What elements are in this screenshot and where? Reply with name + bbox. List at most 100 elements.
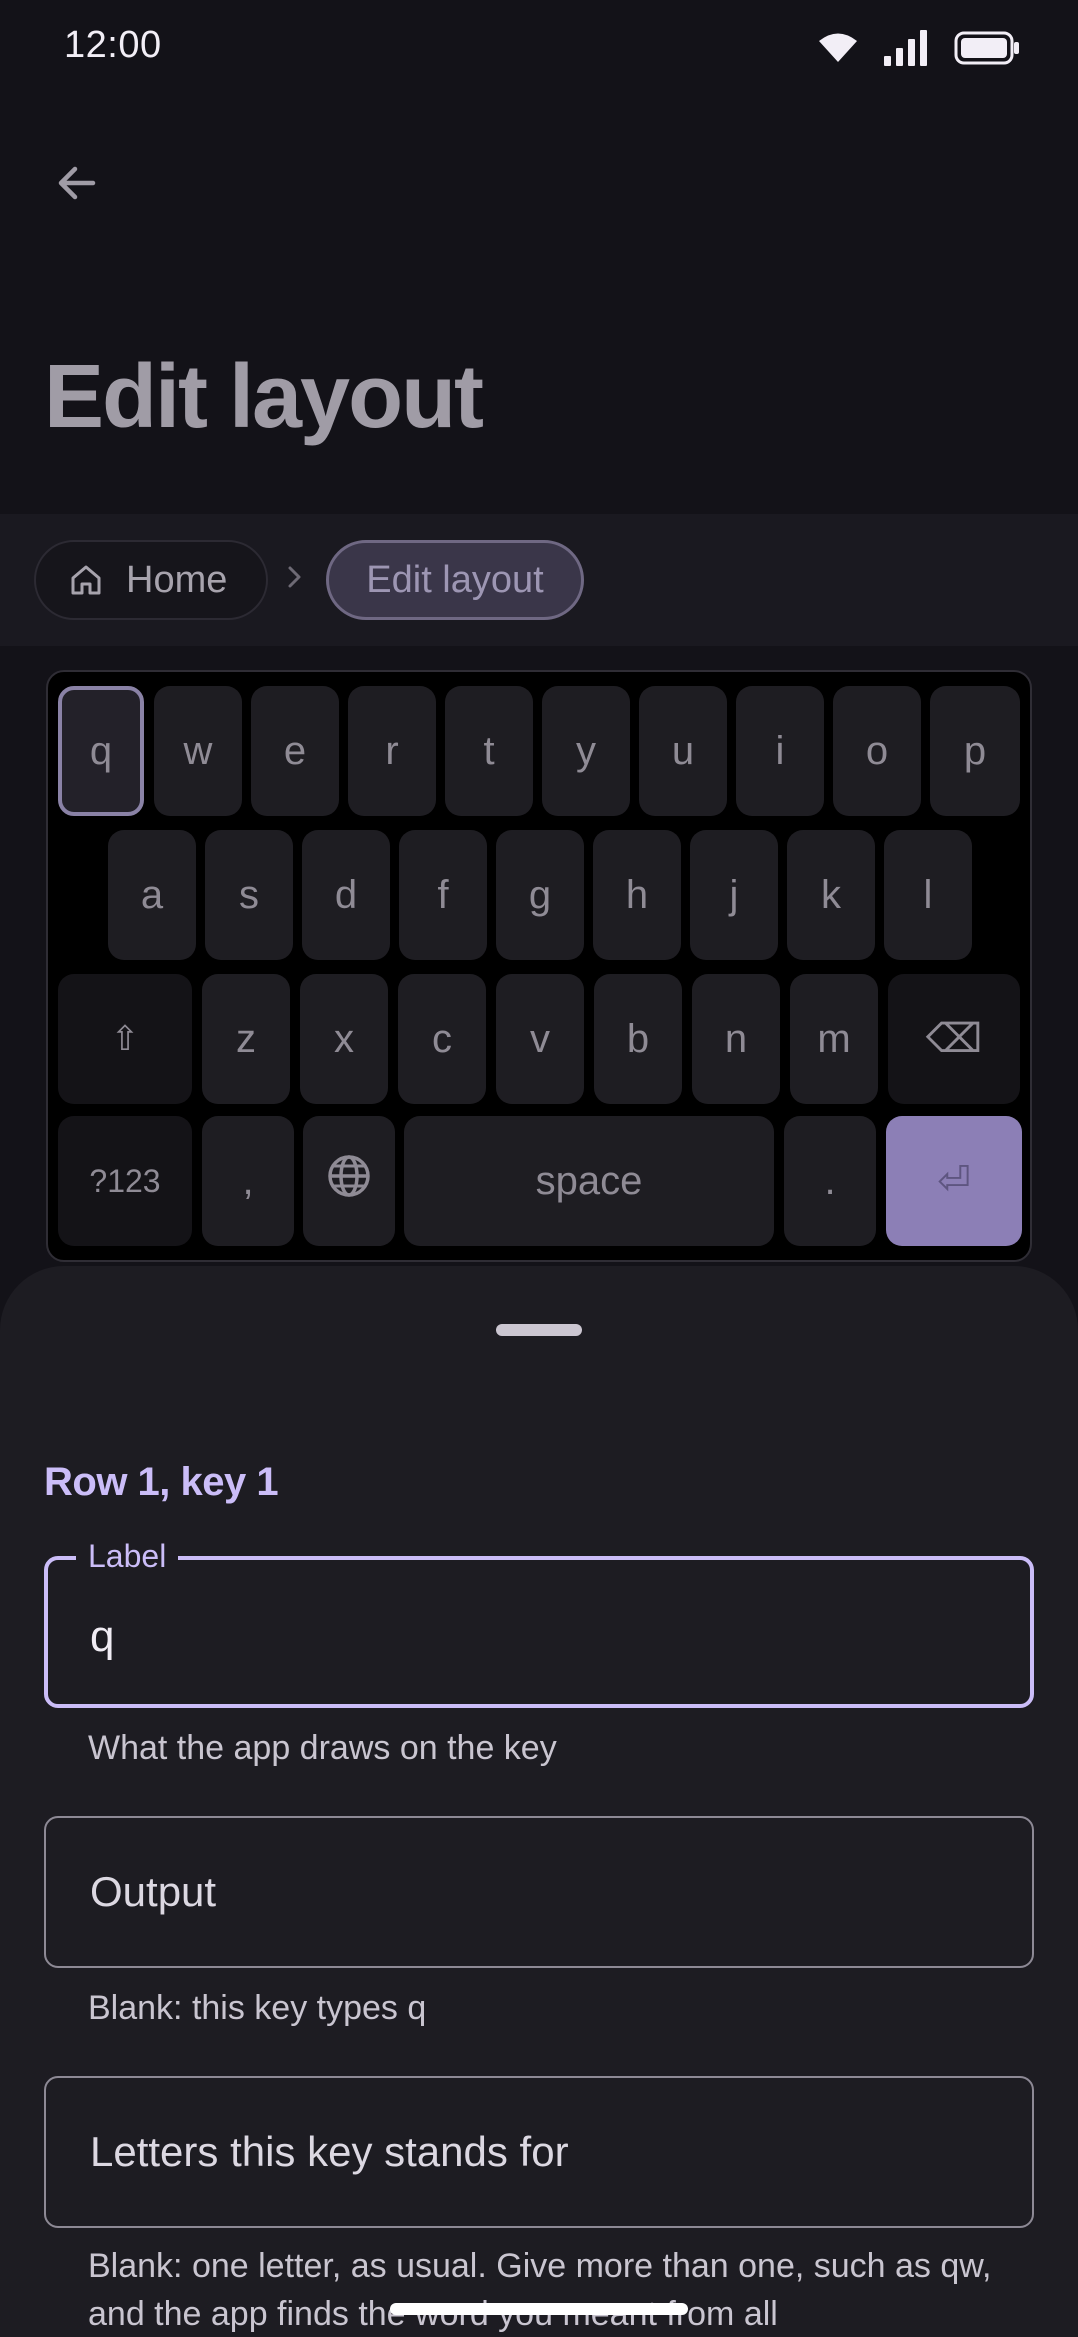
key-symbols[interactable]: ?123 bbox=[58, 1116, 192, 1246]
key-label: h bbox=[625, 872, 649, 917]
key-editor-sheet: Row 1, key 1 Label q What the app draws … bbox=[0, 1266, 1078, 2337]
status-time: 12:00 bbox=[64, 24, 162, 66]
key-x[interactable]: x bbox=[300, 974, 388, 1104]
key-i[interactable]: i bbox=[736, 686, 824, 816]
key-label: c bbox=[432, 1016, 452, 1061]
key-s[interactable]: s bbox=[205, 830, 293, 960]
key-backspace[interactable]: ⌫ bbox=[888, 974, 1020, 1104]
output-field-helper: Blank: this key types q bbox=[88, 1989, 427, 2027]
key-comma[interactable]: , bbox=[202, 1116, 294, 1246]
key-g[interactable]: g bbox=[496, 830, 584, 960]
enter-icon: ⏎ bbox=[937, 1159, 971, 1203]
breadcrumb: Home Edit layout bbox=[0, 514, 1078, 646]
page-title: Edit layout bbox=[44, 347, 484, 447]
key-label: i bbox=[775, 728, 785, 773]
key-label: k bbox=[821, 872, 841, 917]
key-l[interactable]: l bbox=[884, 830, 972, 960]
key-label: t bbox=[483, 728, 495, 773]
sheet-heading: Row 1, key 1 bbox=[44, 1460, 279, 1504]
key-label: j bbox=[729, 872, 739, 917]
key-label: space bbox=[535, 1158, 643, 1203]
key-enter[interactable]: ⏎ bbox=[886, 1116, 1022, 1246]
label-field-helper: What the app draws on the key bbox=[88, 1729, 557, 1767]
key-a[interactable]: a bbox=[108, 830, 196, 960]
key-label: a bbox=[140, 872, 164, 917]
output-field-placeholder: Output bbox=[90, 1868, 217, 1915]
screen: 12:00 Edit layout Home Edit layout q w e… bbox=[0, 0, 1078, 2337]
battery-icon bbox=[954, 31, 1020, 65]
status-bar: 12:00 bbox=[0, 0, 1078, 100]
letters-field[interactable]: Letters this key stands for bbox=[44, 2076, 1034, 2228]
back-button[interactable] bbox=[44, 152, 110, 218]
key-m[interactable]: m bbox=[790, 974, 878, 1104]
key-language[interactable] bbox=[303, 1116, 395, 1246]
key-y[interactable]: y bbox=[542, 686, 630, 816]
key-label: u bbox=[671, 728, 695, 773]
letters-field-placeholder: Letters this key stands for bbox=[90, 2128, 569, 2175]
breadcrumb-current-label: Edit layout bbox=[366, 558, 544, 601]
key-q[interactable]: q bbox=[58, 686, 144, 816]
keyboard-preview: q w e r t y u i o p a s d f g h j k l ⇧ … bbox=[46, 670, 1032, 1262]
key-e[interactable]: e bbox=[251, 686, 339, 816]
key-label: , bbox=[242, 1158, 254, 1203]
shift-icon: ⇧ bbox=[110, 1020, 140, 1058]
key-label: w bbox=[183, 728, 213, 773]
chevron-right-icon bbox=[284, 562, 306, 597]
key-label: l bbox=[923, 872, 933, 917]
signal-icon bbox=[884, 30, 928, 66]
key-shift[interactable]: ⇧ bbox=[58, 974, 192, 1104]
key-h[interactable]: h bbox=[593, 830, 681, 960]
status-icons bbox=[818, 30, 1020, 66]
key-d[interactable]: d bbox=[302, 830, 390, 960]
breadcrumb-current[interactable]: Edit layout bbox=[326, 540, 584, 620]
key-t[interactable]: t bbox=[445, 686, 533, 816]
key-label: r bbox=[385, 728, 399, 773]
key-label: n bbox=[724, 1016, 748, 1061]
key-o[interactable]: o bbox=[833, 686, 921, 816]
key-label: f bbox=[437, 872, 449, 917]
label-field-legend: Label bbox=[76, 1538, 179, 1575]
key-label: v bbox=[530, 1016, 550, 1061]
key-label: ?123 bbox=[89, 1162, 161, 1199]
key-v[interactable]: v bbox=[496, 974, 584, 1104]
key-label: p bbox=[963, 728, 987, 773]
key-label: g bbox=[528, 872, 552, 917]
key-k[interactable]: k bbox=[787, 830, 875, 960]
key-space[interactable]: space bbox=[404, 1116, 774, 1246]
breadcrumb-home-label: Home bbox=[126, 558, 228, 601]
key-label: e bbox=[283, 728, 307, 773]
wifi-icon bbox=[818, 32, 858, 64]
key-u[interactable]: u bbox=[639, 686, 727, 816]
key-w[interactable]: w bbox=[154, 686, 242, 816]
key-r[interactable]: r bbox=[348, 686, 436, 816]
label-field-value[interactable]: q bbox=[90, 1612, 114, 1662]
key-label: s bbox=[239, 872, 259, 917]
key-n[interactable]: n bbox=[692, 974, 780, 1104]
key-p[interactable]: p bbox=[930, 686, 1020, 816]
key-label: q bbox=[89, 728, 113, 773]
globe-icon bbox=[325, 1152, 373, 1210]
label-field[interactable]: Label q bbox=[44, 1538, 1034, 1708]
drag-handle[interactable] bbox=[496, 1324, 582, 1336]
key-z[interactable]: z bbox=[202, 974, 290, 1104]
key-label: z bbox=[236, 1016, 256, 1061]
key-label: m bbox=[817, 1016, 851, 1061]
key-f[interactable]: f bbox=[399, 830, 487, 960]
key-j[interactable]: j bbox=[690, 830, 778, 960]
gesture-bar[interactable] bbox=[390, 2303, 688, 2315]
key-label: o bbox=[865, 728, 889, 773]
key-label: . bbox=[824, 1158, 836, 1203]
backspace-icon: ⌫ bbox=[925, 1017, 983, 1061]
key-label: b bbox=[626, 1016, 650, 1061]
output-field[interactable]: Output bbox=[44, 1816, 1034, 1968]
key-period[interactable]: . bbox=[784, 1116, 876, 1246]
breadcrumb-home[interactable]: Home bbox=[34, 540, 268, 620]
key-c[interactable]: c bbox=[398, 974, 486, 1104]
home-icon bbox=[68, 562, 104, 598]
letters-field-helper: Blank: one letter, as usual. Give more t… bbox=[88, 2247, 992, 2333]
arrow-back-icon bbox=[53, 159, 101, 212]
key-label: y bbox=[576, 728, 596, 773]
key-label: d bbox=[334, 872, 358, 917]
key-label: x bbox=[334, 1016, 354, 1061]
key-b[interactable]: b bbox=[594, 974, 682, 1104]
